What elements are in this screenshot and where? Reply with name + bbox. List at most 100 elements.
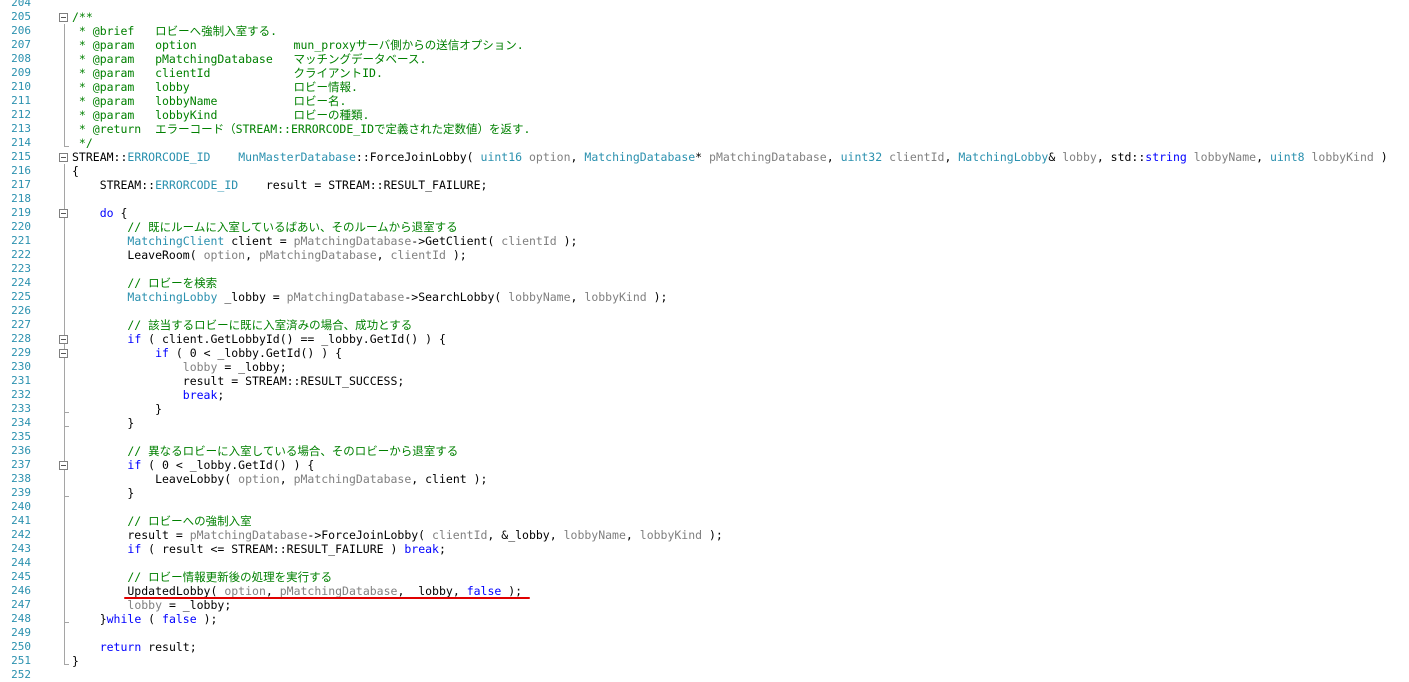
code-token: ); [501, 584, 523, 598]
code-token: // ロビーを検索 [72, 276, 218, 290]
code-token: ( [141, 612, 163, 626]
code-token: option [203, 248, 246, 262]
fold-toggle-icon[interactable] [59, 335, 68, 344]
code-token: false [466, 584, 502, 598]
line-number: 213 [11, 122, 31, 135]
code-token: , [265, 584, 280, 598]
line-number: 252 [11, 668, 31, 681]
line-number: 234 [11, 416, 31, 429]
line-number: 243 [11, 542, 31, 555]
code-token: clientId [390, 248, 446, 262]
code-token: if [127, 458, 142, 472]
code-token: /** [72, 10, 93, 24]
code-token: , _lobby, [397, 584, 467, 598]
code-token: result = [72, 528, 190, 542]
code-token: ( 0 < _lobby.GetId() ) { [141, 458, 315, 472]
line-number: 220 [11, 220, 31, 233]
line-number: 244 [11, 556, 31, 569]
code-token: * @brief ロビーへ強制入室する. [72, 24, 278, 38]
code-token: , client ); [411, 472, 488, 486]
line-number: 249 [11, 626, 31, 639]
line-number: 240 [11, 500, 31, 513]
fold-end-marker [64, 664, 69, 665]
fold-toggle-icon[interactable] [59, 461, 68, 470]
line-number: 231 [11, 374, 31, 387]
code-token: break [182, 388, 218, 402]
code-token: , [570, 290, 585, 304]
code-text: LeaveRoom( option, pMatchingDatabase, cl… [72, 248, 466, 262]
code-text: * @param lobbyKind ロビーの種類. [72, 108, 370, 122]
code-text: UpdatedLobby( option, pMatchingDatabase,… [72, 584, 522, 598]
code-text: } [72, 486, 134, 500]
code-text: if ( client.GetLobbyId() == _lobby.GetId… [72, 332, 446, 346]
line-number: 214 [11, 136, 31, 149]
fold-toggle-icon[interactable] [59, 349, 68, 358]
line-number: 210 [11, 80, 31, 93]
code-token: lobby [1062, 150, 1097, 164]
code-token: * @param option mun_proxyサーバ側からの送信オプション. [72, 38, 524, 52]
code-token: ( result <= STREAM::RESULT_FAILURE ) [141, 542, 405, 556]
line-number: 236 [11, 444, 31, 457]
line-number: 209 [11, 66, 31, 79]
fold-toggle-icon[interactable] [59, 209, 68, 218]
code-token: * @param lobbyKind ロビーの種類. [72, 108, 370, 122]
code-text: }while ( false ); [72, 612, 218, 626]
code-token: ( 0 < _lobby.GetId() ) { [168, 346, 343, 360]
fold-toggle-icon[interactable] [59, 13, 68, 22]
line-number: 217 [11, 178, 31, 191]
code-token: break [404, 542, 439, 556]
code-editor[interactable]: 204 205 /** 206 * @brief ロビーへ強制入室する. 207 * @… [0, 0, 1409, 681]
code-text: STREAM::ERRORCODE_ID MunMasterDatabase::… [72, 150, 1388, 164]
line-number: 223 [11, 262, 31, 275]
line-number: 219 [11, 206, 31, 219]
code-token: , [376, 248, 391, 262]
code-token: { [72, 164, 79, 178]
code-token: * @return エラーコード（STREAM::ERRORCODE_IDで定義… [72, 122, 531, 136]
code-token: ); [702, 528, 723, 542]
code-token: * @param pMatchingDatabase マッチングデータベース. [72, 52, 427, 66]
code-token: // ロビーへの強制入室 [72, 514, 252, 528]
code-text: MatchingLobby _lobby = pMatchingDatabase… [72, 290, 667, 304]
fold-end-marker [64, 146, 69, 147]
fold-end-marker [64, 426, 69, 427]
code-token: // 既にルームに入室しているばあい、そのルームから退室する [72, 220, 458, 234]
line-number: 218 [11, 192, 31, 205]
line-number: 227 [11, 318, 31, 331]
code-token: lobby [182, 360, 218, 374]
code-token: pMatchingDatabase [709, 150, 827, 164]
code-text: // 異なるロビーに入室している場合、そのロビーから退室する [72, 444, 458, 458]
code-text: // 既にルームに入室しているばあい、そのルームから退室する [72, 220, 458, 234]
fold-end-marker [64, 622, 69, 623]
code-token: MatchingLobby [127, 290, 218, 304]
code-text: MatchingClient client = pMatchingDatabas… [72, 234, 577, 248]
line-number: 211 [11, 94, 31, 107]
line-number: 245 [11, 570, 31, 583]
code-token: ::ForceJoinLobby( [355, 150, 481, 164]
code-token: lobbyKind [1304, 150, 1374, 164]
code-text: */ [72, 136, 93, 150]
code-token: ); [646, 290, 668, 304]
code-text: * @param pMatchingDatabase マッチングデータベース. [72, 52, 426, 66]
code-token: string [1145, 150, 1187, 164]
code-text: LeaveLobby( option, pMatchingDatabase, c… [72, 472, 487, 486]
code-token: lobbyKind [639, 528, 703, 542]
code-token: option [238, 472, 280, 486]
fold-toggle-icon[interactable] [59, 153, 68, 162]
code-token: , &_lobby, [487, 528, 564, 542]
code-token: result = STREAM::RESULT_SUCCESS; [72, 374, 405, 388]
line-number: 212 [11, 108, 31, 121]
code-text: // ロビー情報更新後の処理を実行する [72, 570, 332, 584]
code-token: , [944, 150, 959, 164]
line-number: 226 [11, 304, 31, 317]
line-number: 235 [11, 430, 31, 443]
code-token: lobbyName [508, 290, 571, 304]
code-token: lobbyKind [584, 290, 647, 304]
code-token: result = STREAM::RESULT_FAILURE; [238, 178, 488, 192]
line-number: 222 [11, 248, 31, 261]
code-token: STREAM:: [72, 178, 156, 192]
